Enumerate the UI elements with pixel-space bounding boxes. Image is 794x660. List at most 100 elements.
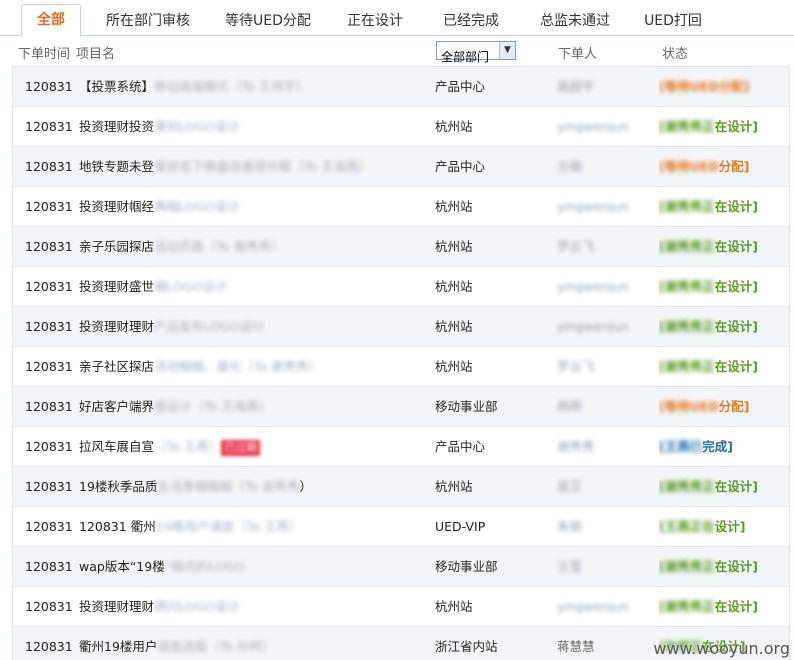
col-status: 状态 bbox=[662, 47, 689, 62]
status-obscured: [谢秀秀正 bbox=[659, 479, 715, 494]
table-row[interactable]: 120831 亲子乐园探店活动页面（To 谢秀秀） 杭州站 罗云飞 [谢秀秀正在设计] bbox=[13, 227, 789, 267]
project-name-cell[interactable]: 投资理财理财产品发布LOGO设计 bbox=[79, 307, 369, 347]
tab-completed[interactable]: 已经完成 bbox=[434, 6, 508, 36]
project-name-obscured: 生活季帼帼帼（To 谢秀秀 bbox=[157, 479, 300, 494]
project-name[interactable]: 衢州19楼用户 bbox=[79, 639, 157, 654]
requester: 蒋慧慧 bbox=[557, 639, 595, 654]
requester: 方楠 bbox=[557, 159, 583, 174]
project-name-cell[interactable]: 投资理财盛世帼LOGO设计 bbox=[79, 267, 369, 307]
project-name-cell[interactable]: 120831 衢州19楼用户调查（To 王燕） bbox=[79, 507, 369, 547]
tab-director-rejected[interactable]: 总监未通过 bbox=[530, 6, 620, 36]
project-name-obscured: 顾问LOGO设计 bbox=[154, 599, 240, 614]
col-time: 下单时间 bbox=[18, 47, 71, 62]
table-row[interactable]: 120831 120831 衢州19楼用户调查（To 王燕） UED-VIP 朱丽 [王… bbox=[13, 507, 789, 547]
status-text: 设计] bbox=[714, 519, 746, 534]
tab-waiting-ued[interactable]: 等待UED分配 bbox=[220, 6, 316, 36]
dept-filter-value: 全部部门 bbox=[441, 50, 490, 64]
project-name[interactable]: 【投票系统】 bbox=[79, 79, 154, 94]
project-name-cell[interactable]: wap版本“19楼”帼式的LOGO bbox=[79, 547, 369, 587]
requester: yingwenjun bbox=[557, 119, 629, 134]
table-row[interactable]: 120831 地铁专题未登录状态下换盘改善提示框（To 王海燕） 产品中心 方楠 [等待… bbox=[13, 147, 789, 187]
department: 产品中心 bbox=[435, 159, 486, 174]
project-name-cell[interactable]: 衢州19楼用户调查改版（To 孙柯） bbox=[79, 627, 369, 660]
project-name[interactable]: 亲子乐园探店 bbox=[79, 239, 154, 254]
status-obscured: [谢秀秀正 bbox=[659, 319, 715, 334]
table-row[interactable]: 120831 19楼秋季品质生活季帼帼帼（To 谢秀秀） 杭州站 吴艾 [谢秀秀正在设计… bbox=[13, 467, 789, 507]
project-name-cell[interactable]: 投资理财投资策划LOGO设计 bbox=[79, 107, 369, 147]
chevron-down-icon[interactable]: ▼ bbox=[499, 42, 515, 59]
project-name[interactable]: 拉风车展自宣 bbox=[79, 439, 154, 454]
status-label: [谢秀秀正在设计] bbox=[659, 307, 789, 347]
department: 杭州站 bbox=[435, 599, 473, 614]
requester: yingwenjun bbox=[557, 279, 629, 294]
status-text: 在设计] bbox=[714, 559, 758, 574]
project-name-obscured: 帼LOGO设计 bbox=[154, 279, 228, 294]
project-name[interactable]: 亲子社区探店 bbox=[79, 359, 154, 374]
status-label: [谢秀秀正在设计] bbox=[659, 467, 789, 507]
status-text: 在设计] bbox=[714, 319, 758, 334]
table-row[interactable]: 120831 投资理财理财顾问LOGO设计 杭州站 yingwenjun [谢秀秀正在设… bbox=[13, 587, 789, 627]
status-label: [谢秀秀正在设计] bbox=[659, 267, 789, 307]
requester: 谢秀秀 bbox=[557, 439, 595, 454]
requester: 朱丽 bbox=[557, 519, 583, 534]
status-text: 分配] bbox=[718, 159, 750, 174]
order-time: 120831 bbox=[25, 519, 73, 534]
project-name-cell[interactable]: 亲子乐园探店活动页面（To 谢秀秀） bbox=[79, 227, 369, 267]
project-name[interactable]: 好店客户端界 bbox=[79, 399, 154, 414]
project-name[interactable]: 120831 衢州 bbox=[79, 519, 156, 534]
table-row[interactable]: 120831 wap版本“19楼”帼式的LOGO 移动事业部 王莹 [谢秀秀正在设计] bbox=[13, 547, 789, 587]
project-name-obscured: 调查改版（To 孙柯） bbox=[157, 639, 275, 654]
department: 浙江省内站 bbox=[435, 639, 498, 654]
project-name[interactable]: wap版本“19楼 bbox=[79, 559, 165, 574]
project-name-cell[interactable]: 投资理财理财顾问LOGO设计 bbox=[79, 587, 369, 627]
table-row[interactable]: 120831 拉风车展自宣（To 王燕） 已过期 产品中心 谢秀秀 [王燕已完成] bbox=[13, 427, 789, 467]
status-label: [王燕已完成] bbox=[659, 427, 789, 467]
dept-filter-select[interactable]: 全部部门 ▼ bbox=[436, 41, 516, 64]
project-name[interactable]: 地铁专题未登 bbox=[79, 159, 154, 174]
project-name-cell[interactable]: 19楼秋季品质生活季帼帼帼（To 谢秀秀） bbox=[79, 467, 369, 507]
tab-all[interactable]: 全部 bbox=[21, 4, 81, 37]
status-obscured: [谢秀秀正 bbox=[659, 279, 715, 294]
status-obscured: [等待UED bbox=[659, 399, 719, 414]
project-name-obscured: 活动页面（To 谢秀秀） bbox=[154, 239, 284, 254]
tab-bar: 全部 所在部门审核 等待UED分配 正在设计 已经完成 总监未通过 UED打回 bbox=[0, 0, 794, 37]
order-time: 120831 bbox=[25, 79, 73, 94]
requester: 罗云飞 bbox=[557, 359, 595, 374]
requester: 罗云飞 bbox=[557, 239, 595, 254]
order-time: 120831 bbox=[25, 319, 73, 334]
status-obscured: [王燕正在 bbox=[659, 519, 715, 534]
project-name-cell[interactable]: 亲子社区探店活动帼帼、晨光（To 谢秀秀） bbox=[79, 347, 369, 387]
project-name-obscured: 19楼用户调查（To 王燕） bbox=[155, 519, 302, 534]
project-name[interactable]: 投资理财投资 bbox=[79, 119, 154, 134]
table-row[interactable]: 120831 投资理财盛世帼LOGO设计 杭州站 yingwenjun [谢秀秀正在设计… bbox=[13, 267, 789, 307]
department: 产品中心 bbox=[435, 439, 486, 454]
table-row[interactable]: 120831 亲子社区探店活动帼帼、晨光（To 谢秀秀） 杭州站 罗云飞 [谢秀秀正在设… bbox=[13, 347, 789, 387]
status-obscured: [谢秀秀正 bbox=[659, 599, 715, 614]
project-name[interactable]: 投资理财理财 bbox=[79, 319, 154, 334]
department: 杭州站 bbox=[435, 199, 473, 214]
table-row[interactable]: 120831 好店客户端界面设计（To 王海燕） 移动事业部 杨明 [等待UED分配] bbox=[13, 387, 789, 427]
tab-ued-returned[interactable]: UED打回 bbox=[640, 6, 706, 36]
project-name-cell[interactable]: 投资理财帼经典帼LOGO设计 bbox=[79, 187, 369, 227]
watermark: www.wooyun.org bbox=[653, 639, 790, 658]
order-time: 120831 bbox=[25, 599, 73, 614]
tab-designing[interactable]: 正在设计 bbox=[338, 6, 412, 36]
project-name[interactable]: 投资理财帼经 bbox=[79, 199, 154, 214]
table-row[interactable]: 120831 投资理财投资策划LOGO设计 杭州站 yingwenjun [谢秀秀正在设… bbox=[13, 107, 789, 147]
status-obscured: [谢秀秀正 bbox=[659, 239, 715, 254]
order-time: 120831 bbox=[25, 199, 73, 214]
project-name-cell[interactable]: 拉风车展自宣（To 王燕） 已过期 bbox=[79, 427, 369, 467]
tab-dept-review[interactable]: 所在部门审核 bbox=[98, 6, 198, 36]
project-name[interactable]: 投资理财盛世 bbox=[79, 279, 154, 294]
col-name: 项目名 bbox=[76, 47, 116, 62]
project-name[interactable]: 投资理财理财 bbox=[79, 599, 154, 614]
project-name-cell[interactable]: 好店客户端界面设计（To 王海燕） bbox=[79, 387, 369, 427]
table-row[interactable]: 120831 【投票系统】移动商城模式（To 王伟宇） 产品中心 高超宇 [等待UED分… bbox=[13, 67, 789, 107]
project-name-cell[interactable]: 地铁专题未登录状态下换盘改善提示框（To 王海燕） bbox=[79, 147, 369, 187]
status-label: [谢秀秀正在设计] bbox=[659, 547, 789, 587]
project-name[interactable]: 19楼秋季品质 bbox=[79, 479, 157, 494]
status-obscured: [谢秀秀正 bbox=[659, 559, 715, 574]
table-row[interactable]: 120831 投资理财帼经典帼LOGO设计 杭州站 yingwenjun [谢秀秀正在设… bbox=[13, 187, 789, 227]
project-name-cell[interactable]: 【投票系统】移动商城模式（To 王伟宇） bbox=[79, 67, 369, 107]
table-row[interactable]: 120831 投资理财理财产品发布LOGO设计 杭州站 yingwenjun [谢秀秀正… bbox=[13, 307, 789, 347]
